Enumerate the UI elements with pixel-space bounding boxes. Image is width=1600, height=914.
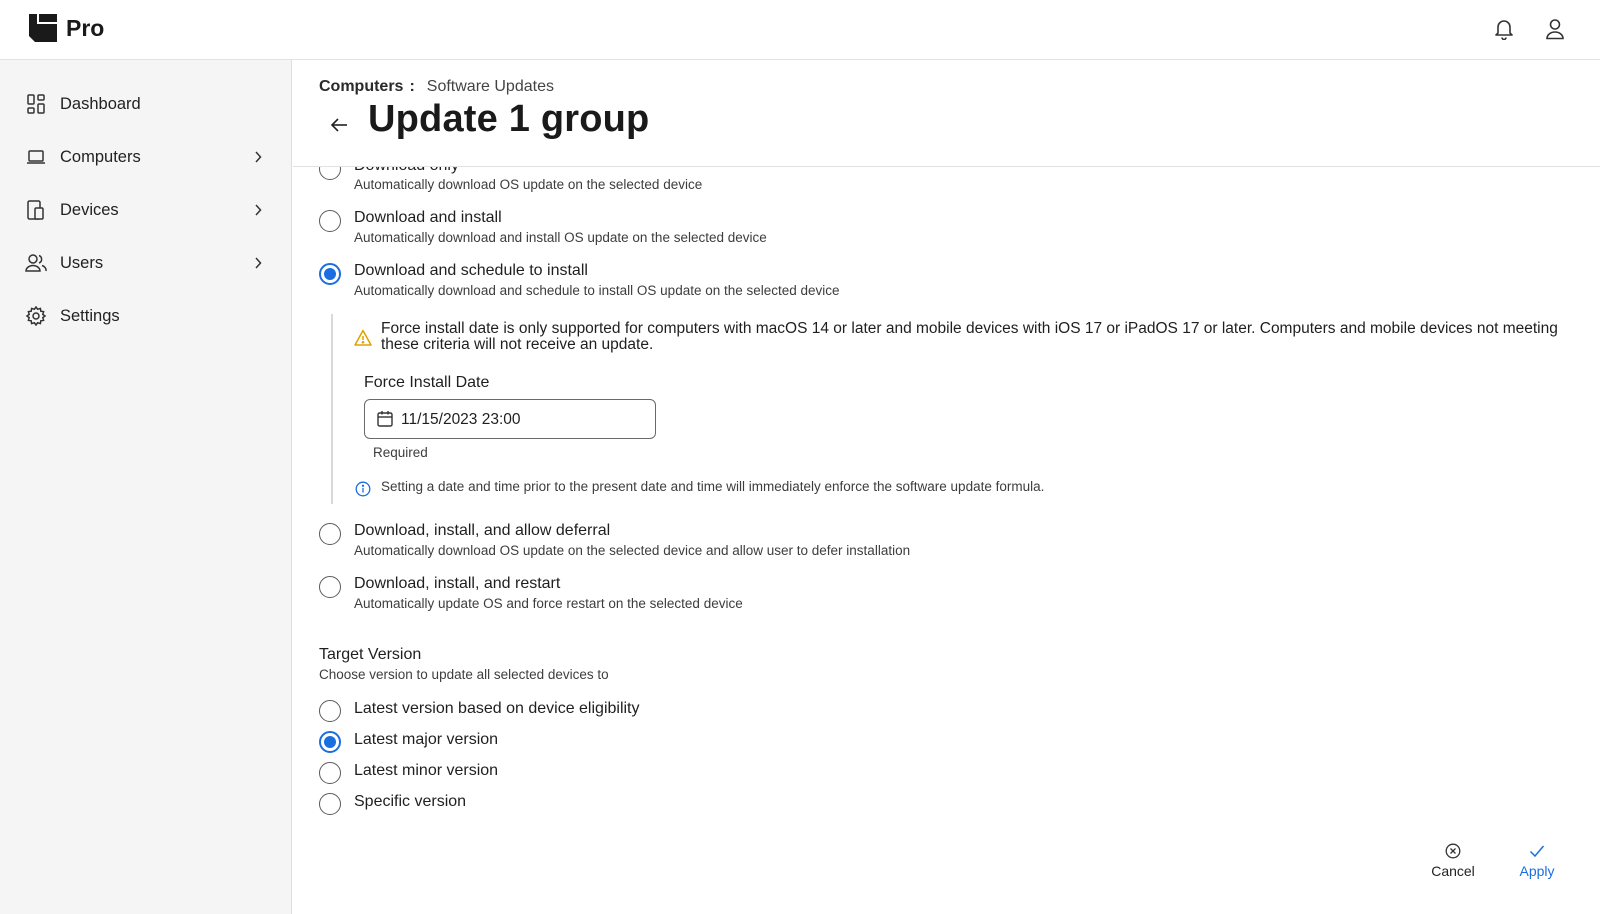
option-label: Download and install [354,209,502,226]
breadcrumb: Computers : Software Updates [319,78,554,96]
sidebar-item-settings[interactable]: Settings [0,293,292,339]
sidebar-item-label: Devices [60,200,119,219]
cancel-label: Cancel [1431,863,1475,879]
logo-icon [29,14,57,42]
dashboard-icon [25,93,47,115]
option-label: Download, install, and restart [354,575,561,592]
option-description: Automatically download and install OS up… [354,230,767,245]
option-label: Latest major version [354,731,499,748]
calendar-icon [377,411,393,427]
force-install-warning: Force install date is only supported for… [381,320,1558,353]
option-label: Latest minor version [354,762,499,779]
option-description: Automatically download OS update on the … [354,543,911,558]
required-hint: Required [373,445,428,460]
bell-icon[interactable] [1489,14,1519,44]
radio-install-allow-deferral[interactable] [319,523,341,545]
option-label: Latest version based on device eligibili… [354,700,640,717]
sidebar-item-dashboard[interactable]: Dashboard [0,81,292,127]
arrow-left-icon [330,118,347,132]
schedule-panel-border [331,314,333,504]
radio-specific-version[interactable] [319,793,341,815]
users-icon [25,252,47,274]
force-install-date-value: 11/15/2023 23:00 [401,411,521,428]
chevron-right-icon [250,149,266,165]
page-title: Update 1 group [368,98,650,140]
breadcrumb-parent[interactable]: Computers [319,78,403,96]
sidebar-item-label: Computers [60,147,141,166]
option-description: Automatically update OS and force restar… [354,596,743,611]
main-content: Computers : Software Updates Update 1 gr… [293,60,1600,914]
option-label: Download only [354,167,459,175]
update-form[interactable]: Download only Automatically download OS … [293,167,1600,914]
app-logo[interactable]: Pro [28,13,104,43]
sidebar-item-label: Users [60,253,104,272]
option-description: Automatically download and schedule to i… [354,283,840,298]
option-label: Download and schedule to install [354,262,588,279]
date-info-text: Setting a date and time prior to the pre… [381,479,1045,494]
force-install-date-label: Force Install Date [364,374,490,391]
top-bar: Pro [0,0,1600,60]
chevron-right-icon [250,202,266,218]
close-circle-icon [1444,842,1462,860]
target-version-subtitle: Choose version to update all selected de… [319,667,609,682]
apply-button[interactable]: Apply [1507,842,1567,888]
radio-install-and-restart[interactable] [319,576,341,598]
radio-download-only[interactable] [319,167,341,180]
laptop-icon [25,146,47,168]
sidebar-item-devices[interactable]: Devices [0,187,292,233]
option-label: Download, install, and allow deferral [354,522,611,539]
cancel-button[interactable]: Cancel [1423,842,1483,888]
warning-icon [354,329,372,346]
breadcrumb-current: Software Updates [426,78,554,95]
sidebar: Dashboard Computers Devices Users Settin… [0,60,292,914]
breadcrumb-separator: : [409,78,415,95]
radio-latest-major[interactable] [319,731,341,753]
radio-latest-eligible[interactable] [319,700,341,722]
back-button[interactable] [327,113,351,137]
devices-icon [25,199,47,221]
check-icon [1528,842,1546,860]
sidebar-item-label: Dashboard [60,94,141,113]
sidebar-item-label: Settings [60,306,120,325]
gear-icon [25,305,47,327]
app-name: Pro [66,14,105,41]
info-icon [355,481,371,497]
option-description: Automatically download OS update on the … [354,177,703,192]
force-install-date-field[interactable]: 11/15/2023 23:00 [364,399,656,439]
target-version-title: Target Version [319,646,422,663]
radio-latest-minor[interactable] [319,762,341,784]
chevron-right-icon [250,255,266,271]
option-label: Specific version [354,793,467,810]
apply-label: Apply [1519,863,1555,879]
sidebar-item-computers[interactable]: Computers [0,134,292,180]
radio-download-and-schedule[interactable] [319,263,341,285]
sidebar-item-users[interactable]: Users [0,240,292,286]
radio-download-and-install[interactable] [319,210,341,232]
user-icon[interactable] [1540,14,1570,44]
